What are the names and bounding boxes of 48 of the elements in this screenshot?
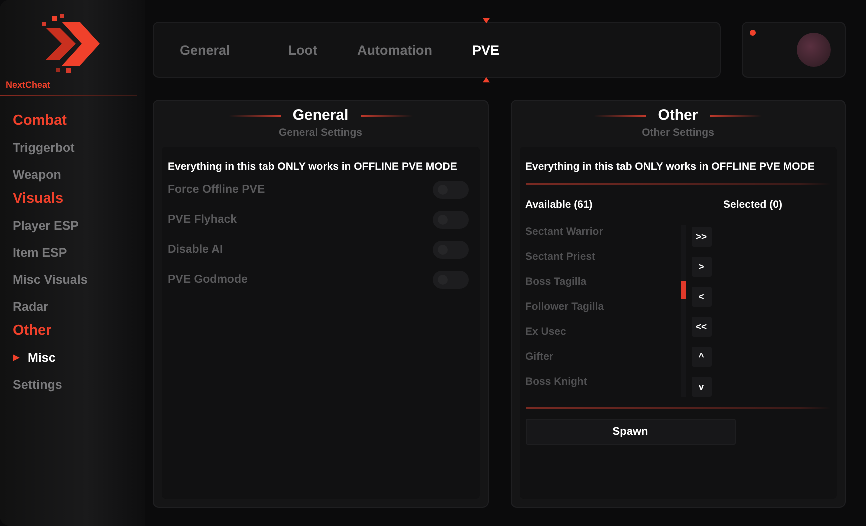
- sidebar-item[interactable]: Misc: [28, 350, 56, 364]
- move-button[interactable]: v: [692, 377, 712, 397]
- triangle-down-icon: [483, 18, 490, 24]
- triangle-up-icon: [483, 76, 490, 82]
- tab[interactable]: General: [180, 42, 230, 58]
- sidebar-item[interactable]: Triggerbot: [13, 140, 75, 154]
- sidebar-item[interactable]: Weapon: [13, 168, 62, 182]
- list-item[interactable]: Sectant Priest: [526, 250, 596, 265]
- panel-subtitle: General Settings: [279, 127, 362, 139]
- tab[interactable]: Loot: [288, 42, 318, 58]
- sidebar-item[interactable]: Radar: [13, 300, 48, 314]
- tab[interactable]: PVE: [472, 42, 500, 58]
- brand-name: NextCheat: [6, 80, 51, 90]
- section-heading: Visuals: [13, 191, 64, 207]
- toggle-label: Force Offline PVE: [168, 184, 266, 196]
- notice-text: Everything in this tab ONLY works in OFFLINE PVE MODE: [526, 161, 815, 173]
- section-heading: Combat: [13, 113, 67, 129]
- move-button[interactable]: >: [692, 257, 712, 277]
- scrollbar[interactable]: [680, 225, 686, 397]
- status-dot-icon: [750, 30, 756, 36]
- triangle-icon: [13, 354, 20, 362]
- list-item[interactable]: Ex Usec: [526, 325, 566, 340]
- toggle-label: PVE Godmode: [168, 274, 248, 286]
- move-button[interactable]: ^: [692, 347, 712, 367]
- sidebar-item[interactable]: Item ESP: [13, 246, 68, 260]
- panel-title: Other: [658, 107, 698, 124]
- list-item[interactable]: Boss Tagilla: [526, 275, 587, 290]
- move-button[interactable]: >>: [692, 227, 712, 247]
- spawn-button[interactable]: Spawn: [526, 419, 736, 445]
- sidebar-item[interactable]: Misc Visuals: [13, 272, 88, 286]
- sidebar-item[interactable]: Settings: [13, 378, 62, 392]
- list-heading: Selected (0): [724, 199, 782, 211]
- avatar-icon[interactable]: [797, 33, 831, 67]
- toggle-label: Disable AI: [168, 244, 224, 256]
- list-item[interactable]: Follower Tagilla: [526, 300, 604, 315]
- panel-title: General: [292, 107, 349, 124]
- list-heading: Available (61): [526, 199, 594, 211]
- sidebar-item[interactable]: Player ESP: [13, 218, 80, 232]
- notice-text: Everything in this tab ONLY works in OFFLINE PVE MODE: [168, 161, 458, 173]
- list-item[interactable]: Sectant Warrior: [526, 225, 604, 240]
- move-button[interactable]: <: [692, 287, 712, 307]
- section-heading: Other: [13, 323, 52, 339]
- list-item[interactable]: Boss Knight: [526, 375, 588, 390]
- toggle-label: PVE Flyhack: [168, 214, 238, 226]
- move-button[interactable]: <<: [692, 317, 712, 337]
- list-item[interactable]: Gifter: [526, 350, 554, 365]
- tab[interactable]: Automation: [358, 42, 433, 58]
- panel-subtitle: Other Settings: [642, 127, 714, 139]
